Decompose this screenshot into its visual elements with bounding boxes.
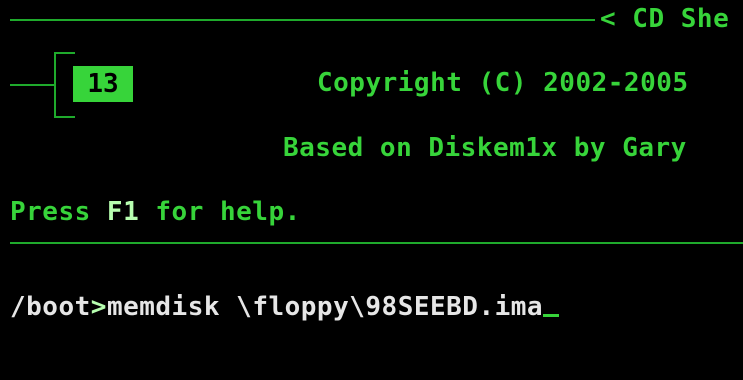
help-key: F1 bbox=[106, 197, 140, 227]
command-prompt[interactable]: /boot>memdisk \floppy\98SEEBD.ima bbox=[10, 292, 560, 322]
dos-console-screen: < CD She 13 Copyright (C) 2002-2005 Base… bbox=[0, 0, 743, 380]
window-title: < CD She bbox=[600, 4, 730, 34]
command-input[interactable]: memdisk \floppy\98SEEBD.ima bbox=[107, 292, 543, 322]
top-border-line bbox=[10, 19, 595, 21]
bracket-top-line bbox=[54, 52, 75, 54]
help-prefix: Press bbox=[10, 197, 107, 227]
text-cursor bbox=[543, 314, 560, 317]
credits-text: Based on Diskem1x by Gary bbox=[283, 133, 687, 163]
separator-line bbox=[10, 242, 743, 244]
prompt-path: /boot bbox=[10, 292, 91, 322]
bracket-bottom-line bbox=[54, 116, 75, 118]
help-suffix: for help. bbox=[139, 197, 301, 227]
counter-badge: 13 bbox=[73, 66, 133, 102]
prompt-symbol: > bbox=[90, 292, 107, 322]
help-hint: Press F1 for help. bbox=[10, 197, 301, 227]
bracket-vertical-line bbox=[54, 52, 56, 118]
bracket-connector-line bbox=[10, 84, 54, 86]
copyright-text: Copyright (C) 2002-2005 bbox=[317, 68, 689, 98]
